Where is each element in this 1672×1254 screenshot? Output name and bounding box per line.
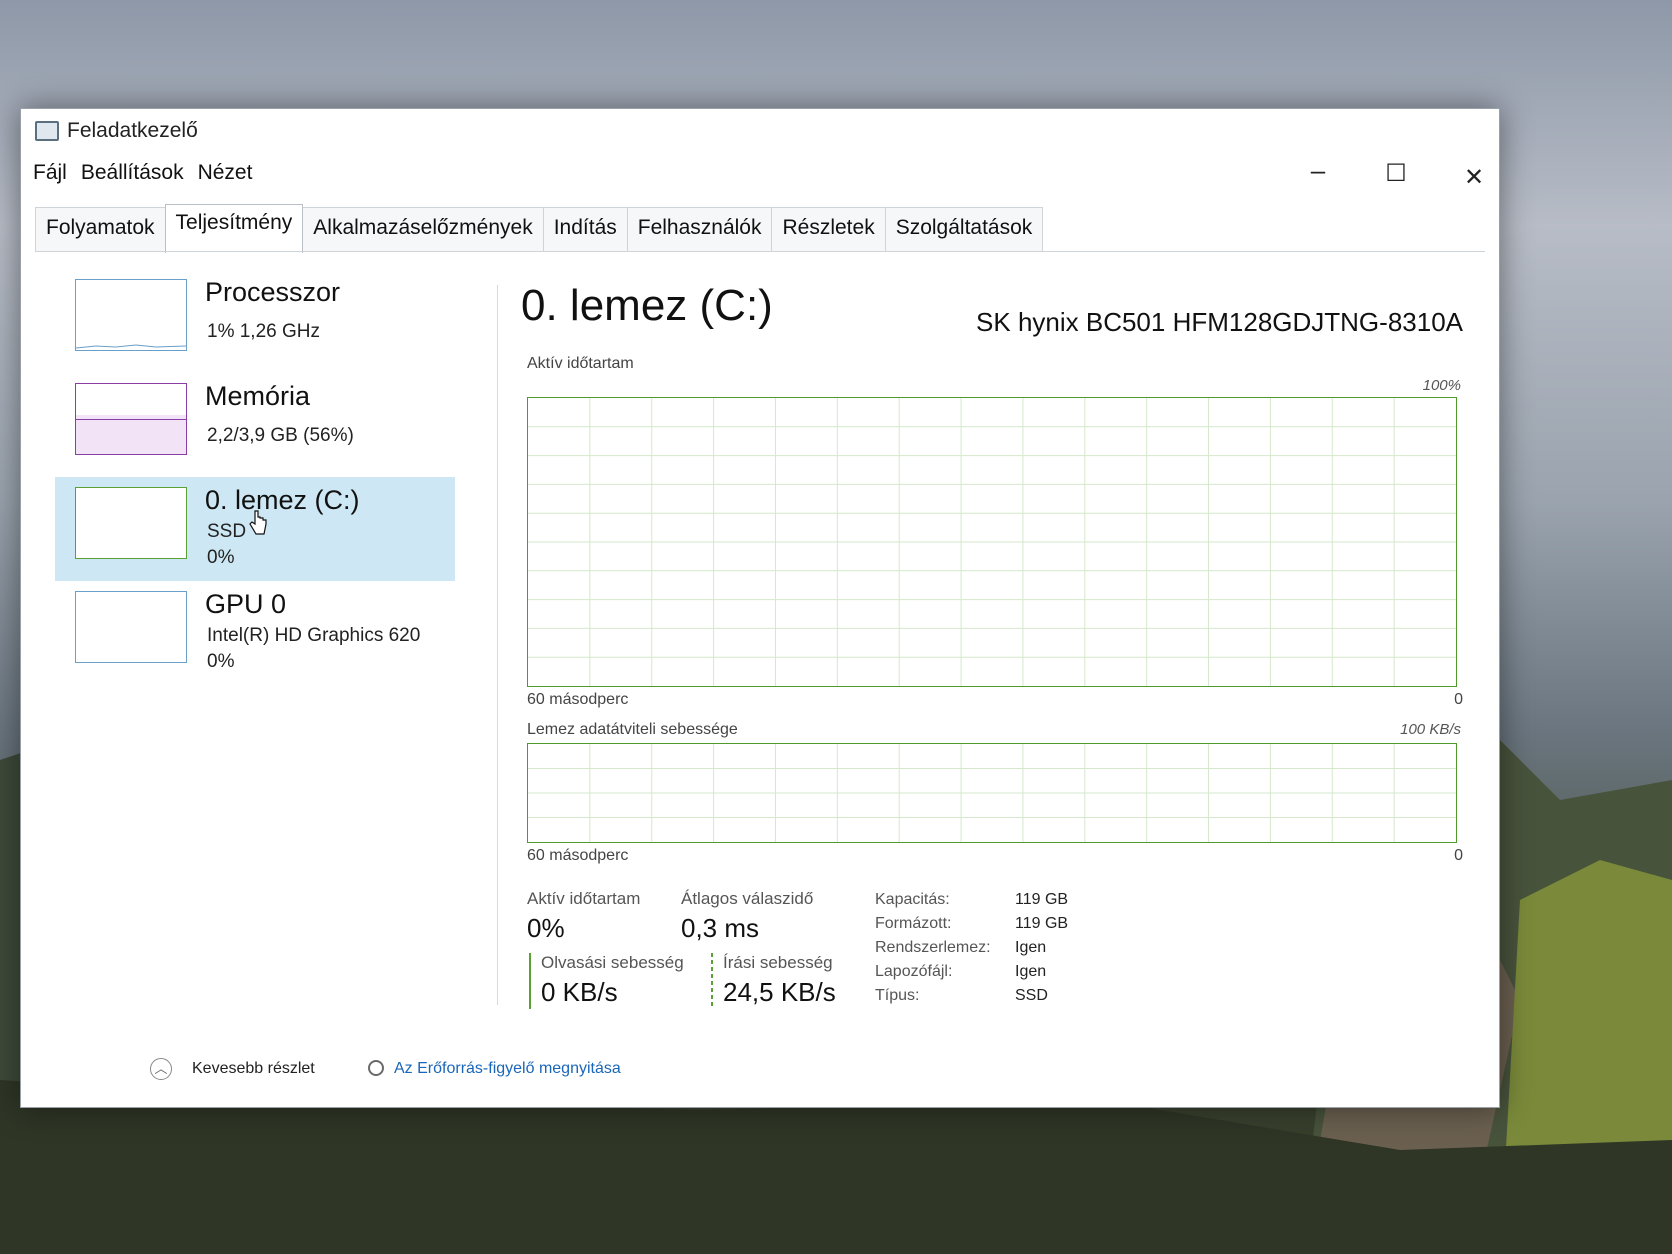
formatted-key: Formázott:	[875, 915, 952, 932]
active-graph-label: Aktív időtartam	[527, 355, 634, 372]
active-time-stat-label: Aktív időtartam	[527, 889, 641, 908]
active-graph-max: 100%	[1422, 377, 1461, 394]
disk-usage: 0%	[207, 547, 235, 568]
system-disk-value: Igen	[1015, 939, 1047, 956]
processor-thumbnail	[75, 279, 187, 351]
pane-splitter[interactable]	[497, 285, 498, 1005]
memory-usage: 2,2/3,9 GB (56%)	[207, 425, 354, 446]
disk-model: SK hynix BC501 HFM128GDJTNG-8310A	[976, 307, 1463, 337]
disk-title: 0. lemez (C:)	[521, 281, 773, 330]
memory-line	[76, 419, 186, 420]
tab-services[interactable]: Szolgáltatások	[884, 207, 1044, 251]
tab-app-history[interactable]: Alkalmazáselőzmények	[302, 207, 544, 251]
type-key: Típus:	[875, 987, 920, 1004]
menu-file[interactable]: Fájl	[33, 161, 67, 195]
fewer-details-link[interactable]: Kevesebb részlet	[192, 1060, 315, 1078]
maximize-button[interactable]: ☐	[1373, 159, 1419, 188]
sidebar-item-processor[interactable]: Processzor 1% 1,26 GHz	[55, 269, 455, 373]
resource-monitor-icon	[368, 1060, 384, 1076]
write-speed-value: 24,5 KB/s	[723, 977, 836, 1007]
sidebar-item-memory[interactable]: Memória 2,2/3,9 GB (56%)	[55, 373, 455, 477]
transfer-graph-time: 60 másodperc	[527, 847, 629, 864]
disk-detail-pane: 0. lemez (C:) SK hynix BC501 HFM128GDJTN…	[521, 277, 1471, 1037]
menu-settings[interactable]: Beállítások	[81, 161, 184, 195]
menu-view[interactable]: Nézet	[198, 161, 253, 195]
read-speed-value: 0 KB/s	[541, 977, 618, 1007]
open-resource-monitor-link[interactable]: Az Erőforrás-figyelő megnyitása	[394, 1060, 621, 1078]
tab-processes[interactable]: Folyamatok	[35, 207, 166, 251]
task-manager-icon	[35, 121, 59, 141]
close-button[interactable]: ✕	[1451, 163, 1497, 192]
gpu-usage: 0%	[207, 651, 235, 672]
memory-label: Memória	[205, 381, 311, 411]
formatted-value: 119 GB	[1015, 915, 1069, 932]
gpu-thumbnail	[75, 591, 187, 663]
window-title: Feladatkezelő	[67, 119, 198, 142]
disk-label: 0. lemez (C:)	[205, 485, 360, 515]
gpu-label: GPU 0	[205, 589, 287, 619]
menu-bar: Fájl Beállítások Nézet	[33, 161, 252, 195]
sidebar-item-gpu[interactable]: GPU 0 Intel(R) HD Graphics 620 0%	[55, 581, 455, 685]
gpu-model: Intel(R) HD Graphics 620	[207, 625, 421, 646]
memory-thumbnail	[75, 383, 187, 455]
task-manager-window: Feladatkezelő – ☐ ✕ Fájl Beállítások Néz…	[20, 108, 1500, 1108]
processor-usage: 1% 1,26 GHz	[207, 321, 320, 342]
disk-type: SSD	[207, 521, 247, 542]
transfer-graph-max: 100 KB/s	[1400, 721, 1461, 738]
title-bar[interactable]: Feladatkezelő	[21, 109, 1499, 153]
minimize-button[interactable]: –	[1295, 155, 1341, 186]
tab-startup[interactable]: Indítás	[542, 207, 628, 251]
processor-label: Processzor	[205, 277, 341, 307]
response-time-label: Átlagos válaszidő	[681, 889, 814, 908]
transfer-graph-min: 0	[1454, 847, 1463, 864]
active-graph-time: 60 másodperc	[527, 691, 629, 708]
tab-users[interactable]: Felhasználók	[626, 207, 773, 251]
tab-divider	[35, 251, 1485, 252]
tab-performance[interactable]: Teljesítmény	[164, 204, 304, 253]
system-disk-key: Rendszerlemez:	[875, 939, 991, 956]
capacity-key: Kapacitás:	[875, 891, 950, 908]
transfer-rate-graph	[527, 743, 1457, 843]
write-speed-label: Írási sebesség	[723, 953, 833, 972]
page-file-key: Lapozófájl:	[875, 963, 953, 980]
response-time-value: 0,3 ms	[681, 913, 760, 943]
hand-cursor-icon	[249, 510, 267, 535]
tab-strip: Folyamatok Teljesítmény Alkalmazáselőzmé…	[35, 204, 1044, 253]
tab-details[interactable]: Részletek	[771, 207, 886, 251]
transfer-graph-label: Lemez adatátviteli sebessége	[527, 721, 738, 738]
performance-sidebar: Processzor 1% 1,26 GHz Memória 2,2/3,9 G…	[55, 265, 475, 1025]
active-time-stat-value: 0%	[527, 913, 565, 943]
write-speed-bar	[711, 953, 713, 1009]
chevron-up-icon[interactable]: ︿	[150, 1058, 172, 1080]
capacity-value: 119 GB	[1015, 891, 1069, 908]
active-time-grid	[528, 398, 1456, 686]
read-speed-label: Olvasási sebesség	[541, 953, 684, 972]
active-time-graph	[527, 397, 1457, 687]
disk-thumbnail	[75, 487, 187, 559]
transfer-rate-grid	[528, 744, 1456, 842]
page-file-value: Igen	[1015, 963, 1047, 980]
active-graph-min: 0	[1454, 691, 1463, 708]
read-speed-bar	[529, 953, 531, 1009]
memory-fill	[76, 414, 186, 454]
type-value: SSD	[1015, 987, 1048, 1004]
